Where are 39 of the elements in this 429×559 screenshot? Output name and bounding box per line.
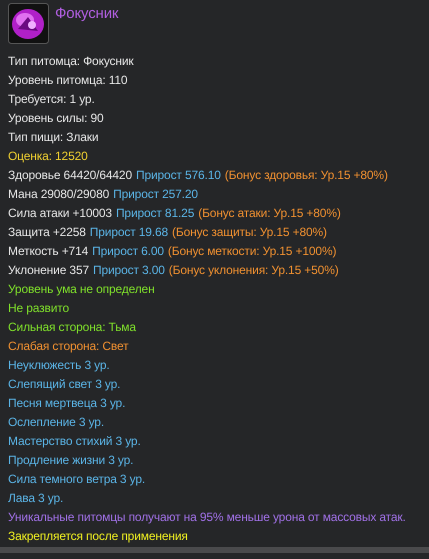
stat-text: Уровень силы: 90 bbox=[8, 110, 104, 127]
gain-text: Песня мертвеца 3 ур. bbox=[8, 395, 126, 412]
stat-text: Здоровье 64420/64420 bbox=[8, 167, 132, 184]
trait-text: Сильная сторона: Тьма bbox=[8, 319, 136, 336]
gain-text: Прирост 6.00 bbox=[92, 243, 164, 260]
bonus-text: (Бонус здоровья: Ур.15 +80%) bbox=[224, 167, 388, 184]
bonus-text: (Бонус уклонения: Ур.15 +50%) bbox=[168, 262, 339, 279]
stat-text: Сила атаки +10003 bbox=[8, 205, 112, 222]
gain-text: Неуклюжесть 3 ур. bbox=[8, 357, 110, 374]
gain-text: Сила темного ветра 3 ур. bbox=[8, 471, 146, 488]
rating-text: Оценка: 12520 bbox=[8, 148, 88, 165]
stat-text: Тип пищи: Злаки bbox=[8, 129, 98, 146]
stat-text: Требуется: 1 ур. bbox=[8, 91, 95, 108]
gain-text: Лава 3 ур. bbox=[8, 490, 64, 507]
bonus-text: (Бонус атаки: Ур.15 +80%) bbox=[198, 205, 341, 222]
bonus-text: (Бонус защиты: Ур.15 +80%) bbox=[172, 224, 327, 241]
stat-text: Тип питомца: Фокусник bbox=[8, 53, 134, 70]
bonus-text: (Бонус меткости: Ур.15 +100%) bbox=[168, 243, 336, 260]
trait-text: Не развито bbox=[8, 300, 70, 317]
pet-icon bbox=[8, 3, 49, 44]
bonus-text: Слабая сторона: Свет bbox=[8, 338, 128, 355]
gain-text: Продление жизни 3 ур. bbox=[8, 452, 134, 469]
stat-text: Меткость +714 bbox=[8, 243, 88, 260]
gain-text: Прирост 257.20 bbox=[113, 186, 198, 203]
stat-text: Мана 29080/29080 bbox=[8, 186, 110, 203]
pet-title: Фокусник bbox=[55, 5, 118, 22]
stat-text: Уровень питомца: 110 bbox=[8, 72, 128, 89]
bind-note: Закрепляется после применения bbox=[8, 528, 188, 545]
gain-text: Прирост 3.00 bbox=[93, 262, 165, 279]
gain-text: Прирост 19.68 bbox=[90, 224, 168, 241]
stat-text: Уклонение 357 bbox=[8, 262, 89, 279]
gain-text: Прирост 576.10 bbox=[136, 167, 221, 184]
trait-text: Уровень ума не определен bbox=[8, 281, 155, 298]
gain-text: Ослепление 3 ур. bbox=[8, 414, 104, 431]
gain-text: Мастерство стихий 3 ур. bbox=[8, 433, 141, 450]
unique-note: Уникальные питомцы получают на 95% меньше урона от массовых атак. bbox=[8, 509, 406, 526]
gain-text: Слепящий свет 3 ур. bbox=[8, 376, 120, 393]
stat-text: Защита +2258 bbox=[8, 224, 86, 241]
gain-text: Прирост 81.25 bbox=[116, 205, 194, 222]
